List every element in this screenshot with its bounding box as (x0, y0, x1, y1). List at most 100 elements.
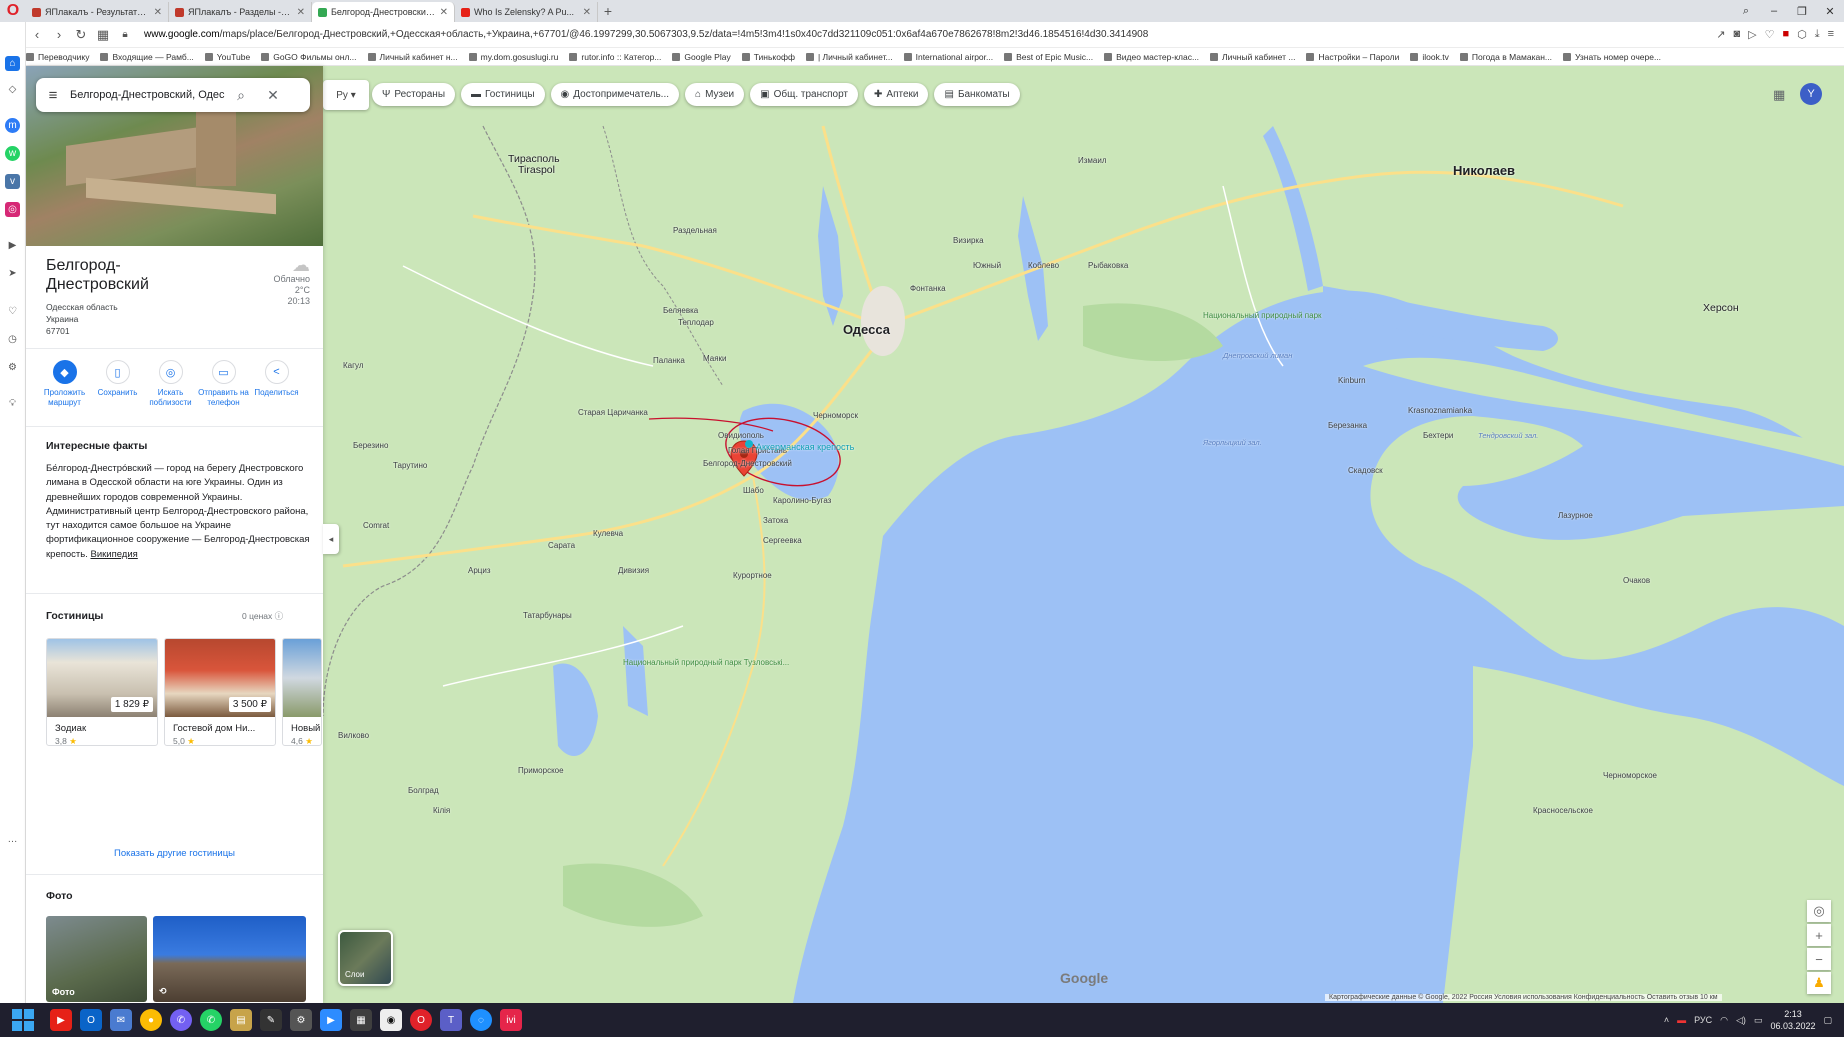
map-label[interactable]: Кагул (343, 361, 364, 370)
bookmark-item[interactable]: Настройки – Пароли (1306, 52, 1399, 62)
zoom-in-button[interactable]: + (1807, 924, 1831, 946)
map-label[interactable]: Старая Царичанка (578, 408, 648, 417)
action-save-button[interactable]: ▯ Сохранить (91, 360, 144, 408)
tab-close-icon[interactable]: ✕ (440, 7, 448, 18)
zoom-app-icon[interactable]: ▶ (320, 1009, 342, 1031)
map-label[interactable]: Затока (763, 516, 788, 525)
steam-app-icon[interactable]: ◉ (380, 1009, 402, 1031)
restore-button[interactable]: ❐ (1788, 5, 1816, 18)
map-label[interactable]: Коблево (1028, 261, 1059, 270)
map-label[interactable]: Измаил (1078, 156, 1107, 165)
map-label[interactable]: Кулевча (593, 529, 623, 538)
map-label[interactable]: Krasnoznamianka (1408, 406, 1472, 415)
forward-button[interactable]: › (48, 27, 70, 42)
notifications-icon[interactable]: ▢ (1823, 1015, 1832, 1026)
tab-close-icon[interactable]: ✕ (154, 7, 162, 18)
map-label[interactable]: Болград (408, 786, 439, 795)
menu-icon[interactable]: ≡ (1828, 28, 1834, 41)
browser-tab[interactable]: Белгород-Днестровский - ... ✕ (312, 2, 455, 22)
map-label[interactable]: Тендровский зал. (1478, 431, 1538, 440)
map-label[interactable]: Овидиополь (718, 431, 764, 440)
extensions-icon[interactable]: ⬡ (1797, 28, 1807, 41)
taskbar-clock[interactable]: 2:13 06.03.2022 (1770, 1008, 1815, 1032)
map-label[interactable]: Теплодар (678, 318, 714, 327)
reload-button[interactable]: ↻ (70, 27, 92, 43)
category-chip[interactable]: ▤ Банкоматы (934, 83, 1020, 106)
map-label[interactable]: Березино (353, 441, 388, 450)
tray-app-icon[interactable]: ▬ (1677, 1015, 1686, 1025)
bookmark-item[interactable]: Личный кабинет ... (1210, 52, 1295, 62)
ivi-app-icon[interactable]: ivi (500, 1009, 522, 1031)
opera-logo-icon[interactable]: O (0, 0, 26, 22)
speed-dial-icon[interactable]: ◇ (5, 82, 20, 97)
map-label[interactable]: Сарата (548, 541, 575, 550)
category-chip[interactable]: Ψ Рестораны (372, 83, 456, 106)
photo-thumb[interactable]: Фото (46, 916, 147, 1002)
download-icon[interactable]: ⤓ (1815, 28, 1820, 41)
action-directions-button[interactable]: ◆ Проложить маршрут (38, 360, 91, 408)
browser-tab[interactable]: ЯПлакалъ - Разделы -> ЦИ... ✕ (169, 2, 312, 22)
map-label[interactable]: Красносельское (1533, 806, 1593, 815)
wikipedia-link[interactable]: Википедия (90, 549, 137, 560)
map-label[interactable]: Раздельная (673, 226, 717, 235)
layers-button[interactable]: Слои (338, 930, 393, 986)
camera-icon[interactable]: ◙ (1733, 28, 1740, 41)
street-view-pegman-icon[interactable]: ♟ (1807, 972, 1831, 994)
map-label[interactable]: Арциз (468, 566, 491, 575)
play-icon[interactable]: ▷ (1748, 28, 1756, 41)
map-label[interactable]: Одесса (843, 322, 890, 337)
new-tab-button[interactable]: + (598, 3, 618, 19)
bookmark-item[interactable]: Личный кабинет н... (367, 52, 458, 62)
url-field[interactable]: www.google.com/maps/place/Белгород-Днест… (144, 29, 1716, 40)
map-label[interactable]: Скадовск (1348, 466, 1383, 475)
map-label[interactable]: Национальный природный парк Тузловські..… (623, 658, 789, 668)
bookmark-item[interactable]: International airpor... (903, 52, 993, 62)
outlook-app-icon[interactable]: O (80, 1009, 102, 1031)
more-icon[interactable]: … (5, 832, 20, 847)
map-label[interactable]: Николаев (1453, 163, 1515, 178)
calc-app-icon[interactable]: ▦ (350, 1009, 372, 1031)
messenger-app-icon[interactable]: ◌ (470, 1009, 492, 1031)
browser-tab[interactable]: ЯПлакалъ - Результаты по... ✕ (26, 2, 169, 22)
whatsapp-icon[interactable]: w (5, 146, 20, 161)
back-button[interactable]: ‹ (26, 27, 48, 42)
map-label[interactable]: Шабо (743, 486, 764, 495)
pin-label[interactable]: Белгород-Днестровский (703, 459, 792, 468)
close-window-button[interactable]: ✕ (1816, 5, 1844, 18)
category-chip[interactable]: ⌂ Музеи (685, 83, 745, 106)
map-label[interactable]: Дивизия (618, 566, 649, 575)
map-label[interactable]: Рыбаковка (1088, 261, 1128, 270)
zoom-out-button[interactable]: − (1807, 948, 1831, 970)
teams-app-icon[interactable]: T (440, 1009, 462, 1031)
history-icon[interactable]: ◷ (5, 332, 20, 347)
poi-label[interactable]: Аккерманская крепость (756, 442, 854, 452)
tips-icon[interactable]: 💡︎ (5, 396, 20, 411)
my-location-button[interactable]: ◎ (1807, 900, 1831, 922)
map-label[interactable]: Беляевка (663, 306, 698, 315)
bookmark-item[interactable]: Входящие — Рамб... (100, 52, 194, 62)
tab-close-icon[interactable]: ✕ (583, 7, 591, 18)
category-chip[interactable]: ▣ Общ. транспорт (750, 83, 859, 106)
action-nearby-button[interactable]: ◎ Искать поблизости (144, 360, 197, 408)
bookmark-item[interactable]: Видео мастер-клас... (1104, 52, 1199, 62)
map-label[interactable]: Вилково (338, 731, 369, 740)
bookmark-item[interactable]: ilook.tv (1410, 52, 1449, 62)
map-attribution[interactable]: Картографические данные © Google, 2022 Р… (1325, 994, 1722, 1001)
wifi-icon[interactable]: ◠ (1720, 1015, 1728, 1026)
tray-arrow-icon[interactable]: ˄ (1664, 1015, 1669, 1025)
account-avatar[interactable]: Y (1800, 83, 1822, 105)
send-icon[interactable]: ➤ (5, 266, 20, 281)
mail-app-icon[interactable]: ✉ (110, 1009, 132, 1031)
youtube-app-icon[interactable]: ▶ (50, 1009, 72, 1031)
map-label[interactable]: Tiraspol (518, 164, 555, 176)
tab-close-icon[interactable]: ✕ (297, 7, 305, 18)
language-chip[interactable]: Ру ▾ (323, 80, 369, 110)
hotels-price-note[interactable]: 0 ценах ⓘ (242, 610, 283, 622)
map-label[interactable]: Тарутино (393, 461, 427, 470)
map-label[interactable]: Фонтанка (910, 284, 946, 293)
bookmark-item[interactable]: my.dom.gosuslugi.ru (468, 52, 558, 62)
map-label[interactable]: Маяки (703, 354, 727, 363)
settings-app-icon[interactable]: ⚙ (290, 1009, 312, 1031)
map-canvas[interactable]: Николаев Одесса Херсон Тирасполь Tiraspol Нац… (323, 66, 1844, 1003)
map-label[interactable]: Ягорлыцкий зал. (1203, 438, 1262, 447)
